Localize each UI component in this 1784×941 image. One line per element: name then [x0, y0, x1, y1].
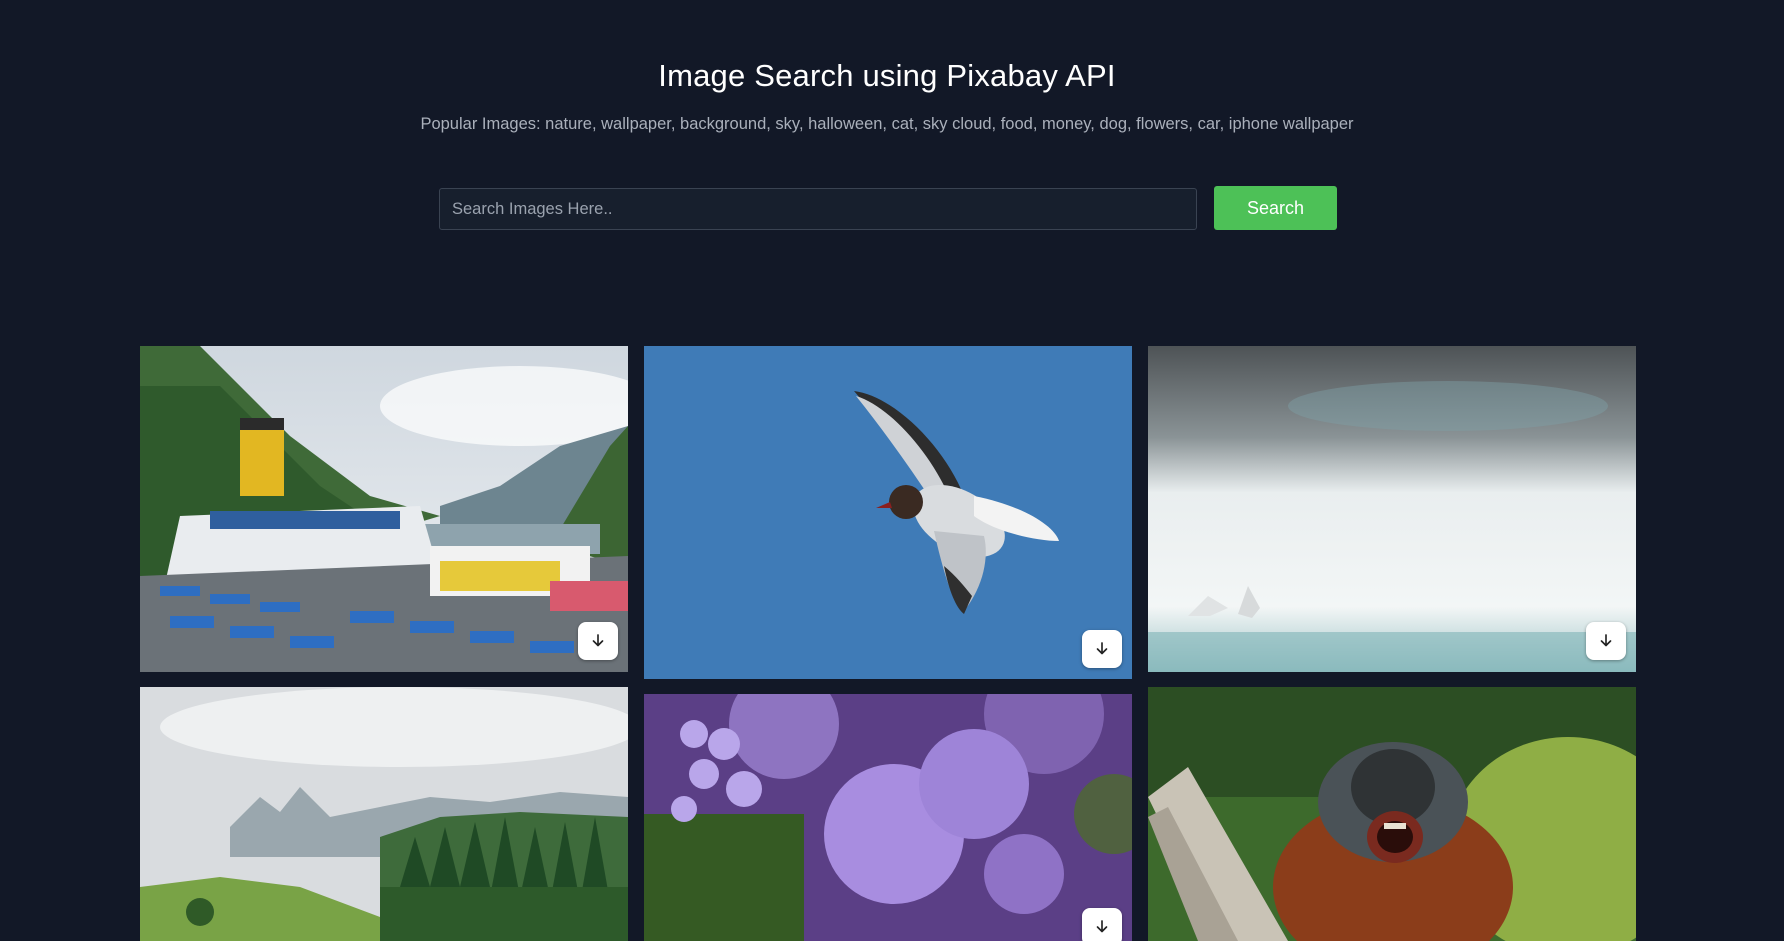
gallery-image-card[interactable] — [644, 694, 1132, 941]
cruise-ship-image — [140, 346, 628, 672]
download-button[interactable] — [1082, 908, 1122, 941]
gallery-image-card[interactable] — [140, 346, 628, 672]
gull-image — [644, 346, 1132, 679]
search-button[interactable]: Search — [1214, 186, 1337, 230]
download-icon — [1096, 920, 1108, 933]
hills-forest-image — [140, 687, 628, 941]
download-button[interactable] — [1586, 622, 1626, 660]
download-button[interactable] — [578, 622, 618, 660]
popular-images-text: Popular Images: nature, wallpaper, backg… — [420, 115, 1354, 133]
gallery-image-card[interactable] — [1148, 346, 1636, 672]
gallery-image-card[interactable] — [1148, 687, 1636, 941]
search-input[interactable] — [439, 188, 1197, 230]
page-title: Image Search using Pixabay API — [658, 58, 1116, 93]
orangutan-image — [1148, 687, 1636, 941]
download-icon — [1600, 634, 1612, 647]
gallery-image-card[interactable] — [140, 687, 628, 941]
download-icon — [1096, 642, 1108, 655]
purple-flowers-image — [644, 694, 1132, 941]
misty-sea-image — [1148, 346, 1636, 672]
gallery-image-card[interactable] — [644, 346, 1132, 679]
download-icon — [592, 634, 604, 647]
download-button[interactable] — [1082, 630, 1122, 668]
